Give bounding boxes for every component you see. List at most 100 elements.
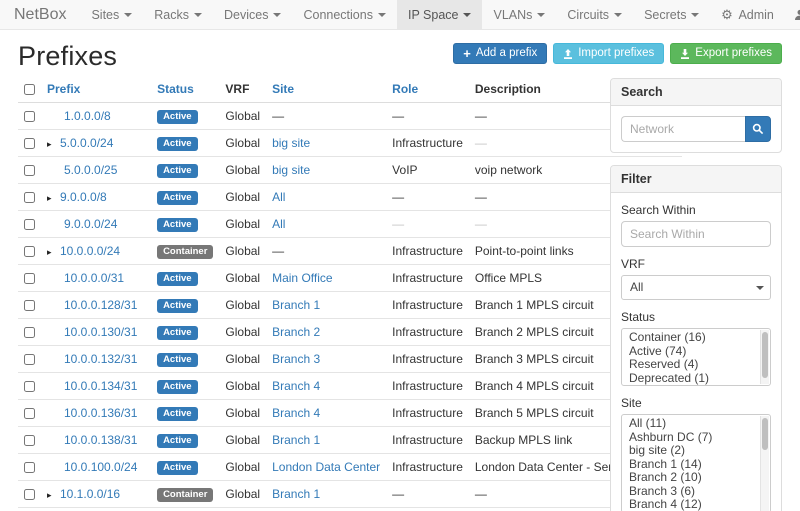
row-checkbox[interactable]: [24, 192, 35, 203]
filter-option[interactable]: Branch 4 (12): [622, 498, 770, 511]
export-prefixes-button[interactable]: Export prefixes: [670, 43, 782, 64]
scrollbar-thumb[interactable]: [762, 418, 768, 450]
nav-item-circuits[interactable]: Circuits: [556, 0, 633, 29]
filter-option[interactable]: Container (16): [622, 331, 770, 345]
nav-item-sites[interactable]: Sites: [80, 0, 143, 29]
prefix-link[interactable]: 9.0.0.0/24: [64, 217, 117, 231]
prefix-link[interactable]: 10.0.0.138/31: [64, 433, 137, 447]
site-listbox[interactable]: All (11)Ashburn DC (7)big site (2)Branch…: [621, 414, 771, 511]
search-icon: [752, 123, 764, 135]
row-checkbox[interactable]: [24, 111, 35, 122]
column-header-status[interactable]: Status: [151, 78, 219, 103]
row-checkbox[interactable]: [24, 219, 35, 230]
expand-toggle-icon[interactable]: ▸: [47, 490, 58, 501]
row-checkbox[interactable]: [24, 435, 35, 446]
prefix-link[interactable]: 5.0.0.0/24: [60, 136, 113, 150]
site-link[interactable]: All: [272, 190, 285, 204]
prefix-link[interactable]: 9.0.0.0/8: [60, 190, 107, 204]
filter-option[interactable]: Active (74): [622, 345, 770, 359]
filter-option[interactable]: Branch 3 (6): [622, 485, 770, 499]
search-within-input[interactable]: [621, 221, 771, 247]
filter-option[interactable]: Reserved (4): [622, 358, 770, 372]
select-all-checkbox[interactable]: [24, 84, 35, 95]
prefix-link[interactable]: 10.0.0.136/31: [64, 406, 137, 420]
filter-option[interactable]: Deprecated (1): [622, 372, 770, 386]
site-link[interactable]: Branch 3: [272, 352, 320, 366]
import-prefixes-button[interactable]: Import prefixes: [553, 43, 664, 64]
prefix-link[interactable]: 10.0.0.132/31: [64, 352, 137, 366]
vrf-value: Global: [225, 379, 260, 393]
column-header-role[interactable]: Role: [386, 78, 469, 103]
nav-item-secrets[interactable]: Secrets: [633, 0, 710, 29]
site-link[interactable]: Branch 4: [272, 406, 320, 420]
status-badge: Active: [157, 353, 198, 367]
prefix-link[interactable]: 10.0.100.0/24: [64, 460, 137, 474]
row-checkbox[interactable]: [24, 300, 35, 311]
prefix-link[interactable]: 5.0.0.0/25: [64, 163, 117, 177]
nav-item-label: IP Space: [408, 8, 459, 22]
vrf-value: Global: [225, 406, 260, 420]
row-checkbox[interactable]: [24, 165, 35, 176]
expand-toggle-icon[interactable]: ▸: [47, 193, 58, 204]
nav-item-devices[interactable]: Devices: [213, 0, 292, 29]
description-value: —: [475, 109, 487, 123]
row-checkbox[interactable]: [24, 246, 35, 257]
prefix-link[interactable]: 10.0.0.0/24: [60, 244, 120, 258]
nav-item-label: Connections: [303, 8, 373, 22]
add-a-prefix-button[interactable]: +Add a prefix: [453, 43, 547, 64]
vrf-select[interactable]: All: [621, 275, 771, 300]
site-link[interactable]: big site: [272, 163, 310, 177]
row-checkbox[interactable]: [24, 273, 35, 284]
status-listbox[interactable]: Container (16)Active (74)Reserved (4)Dep…: [621, 328, 771, 386]
filter-option[interactable]: Ashburn DC (7): [622, 431, 770, 445]
nav-item-profile[interactable]: Profile: [784, 0, 800, 29]
prefix-link[interactable]: 10.0.0.0/31: [64, 271, 124, 285]
site-link[interactable]: Branch 1: [272, 487, 320, 501]
scrollbar[interactable]: [760, 330, 769, 384]
expand-toggle-icon[interactable]: ▸: [47, 139, 58, 150]
prefix-link[interactable]: 10.1.0.0/16: [60, 487, 120, 501]
prefix-link[interactable]: 10.0.0.130/31: [64, 325, 137, 339]
row-checkbox[interactable]: [24, 138, 35, 149]
site-link[interactable]: London Data Center: [272, 460, 380, 474]
row-checkbox[interactable]: [24, 381, 35, 392]
search-button[interactable]: [745, 116, 771, 142]
nav-item-connections[interactable]: Connections: [292, 0, 397, 29]
expand-toggle-icon[interactable]: ▸: [47, 247, 58, 258]
row-checkbox[interactable]: [24, 489, 35, 500]
nav-item-admin[interactable]: ⚙Admin: [710, 0, 783, 29]
role-value: Infrastructure: [392, 136, 463, 150]
site-link[interactable]: big site: [272, 136, 310, 150]
site-link[interactable]: Main Office: [272, 271, 332, 285]
column-header-prefix[interactable]: Prefix: [41, 78, 151, 103]
site-link[interactable]: Branch 2: [272, 325, 320, 339]
prefix-link[interactable]: 10.0.0.134/31: [64, 379, 137, 393]
prefix-link[interactable]: 1.0.0.0/8: [64, 109, 111, 123]
filter-option[interactable]: Branch 1 (14): [622, 458, 770, 472]
filter-option[interactable]: All (11): [622, 417, 770, 431]
nav-item-vlans[interactable]: VLANs: [482, 0, 556, 29]
column-header-site[interactable]: Site: [266, 78, 386, 103]
role-value: VoIP: [392, 163, 417, 177]
site-link[interactable]: Branch 4: [272, 379, 320, 393]
row-checkbox[interactable]: [24, 408, 35, 419]
search-input[interactable]: [621, 116, 745, 142]
filter-option[interactable]: Branch 2 (10): [622, 471, 770, 485]
nav-item-ip-space[interactable]: IP Space: [397, 0, 483, 29]
row-checkbox[interactable]: [24, 327, 35, 338]
nav-item-racks[interactable]: Racks: [143, 0, 213, 29]
site-link[interactable]: Branch 1: [272, 433, 320, 447]
site-link[interactable]: All: [272, 217, 285, 231]
role-value: Infrastructure: [392, 325, 463, 339]
row-checkbox[interactable]: [24, 354, 35, 365]
status-badge: Active: [157, 434, 198, 448]
site-link[interactable]: Branch 1: [272, 298, 320, 312]
table-row: ▸10.0.100.0/24ActiveGlobalLondon Data Ce…: [18, 454, 682, 481]
row-checkbox[interactable]: [24, 462, 35, 473]
scrollbar-thumb[interactable]: [762, 332, 768, 378]
brand-logo[interactable]: NetBox: [14, 0, 66, 29]
scrollbar[interactable]: [760, 416, 769, 511]
prefix-link[interactable]: 10.0.0.128/31: [64, 298, 137, 312]
table-row: ▸5.0.0.0/25ActiveGlobalbig siteVoIPvoip …: [18, 157, 682, 184]
filter-option[interactable]: big site (2): [622, 444, 770, 458]
